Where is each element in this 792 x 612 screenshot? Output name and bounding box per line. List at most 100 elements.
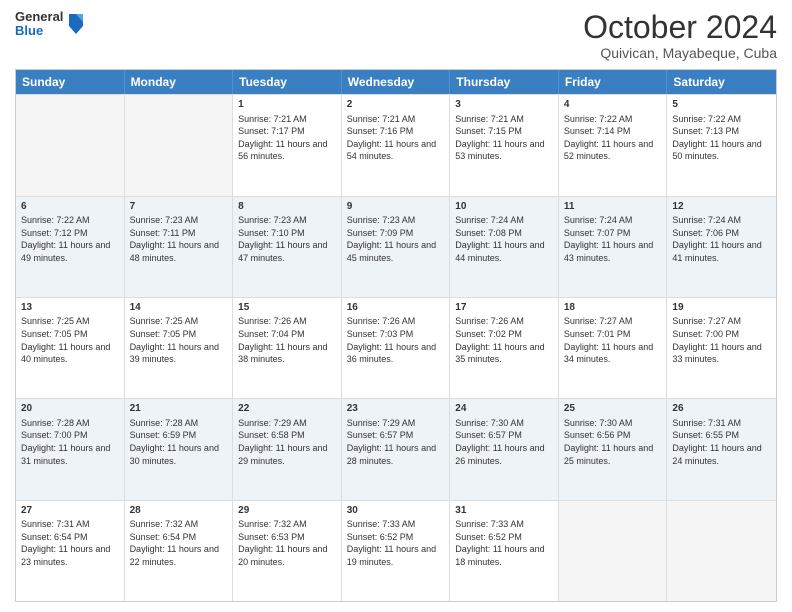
calendar-week-5: 27Sunrise: 7:31 AMSunset: 6:54 PMDayligh… (16, 500, 776, 601)
calendar-cell-empty (16, 95, 125, 195)
day-info: Sunrise: 7:27 AMSunset: 7:00 PMDaylight:… (672, 315, 771, 365)
day-number: 4 (564, 98, 662, 112)
logo-general: General (15, 10, 63, 24)
day-number: 27 (21, 504, 119, 518)
day-number: 31 (455, 504, 553, 518)
calendar-cell-day-12: 12Sunrise: 7:24 AMSunset: 7:06 PMDayligh… (667, 197, 776, 297)
day-info: Sunrise: 7:28 AMSunset: 7:00 PMDaylight:… (21, 417, 119, 467)
day-info: Sunrise: 7:25 AMSunset: 7:05 PMDaylight:… (21, 315, 119, 365)
calendar-cell-day-6: 6Sunrise: 7:22 AMSunset: 7:12 PMDaylight… (16, 197, 125, 297)
calendar-cell-day-28: 28Sunrise: 7:32 AMSunset: 6:54 PMDayligh… (125, 501, 234, 601)
day-info: Sunrise: 7:32 AMSunset: 6:54 PMDaylight:… (130, 518, 228, 568)
calendar-body: 1Sunrise: 7:21 AMSunset: 7:17 PMDaylight… (16, 94, 776, 601)
day-info: Sunrise: 7:21 AMSunset: 7:17 PMDaylight:… (238, 113, 336, 163)
day-info: Sunrise: 7:24 AMSunset: 7:08 PMDaylight:… (455, 214, 553, 264)
day-number: 11 (564, 200, 662, 214)
calendar-week-4: 20Sunrise: 7:28 AMSunset: 7:00 PMDayligh… (16, 398, 776, 499)
day-number: 16 (347, 301, 445, 315)
calendar-header-day-sunday: Sunday (16, 70, 125, 94)
day-info: Sunrise: 7:29 AMSunset: 6:58 PMDaylight:… (238, 417, 336, 467)
calendar-cell-day-4: 4Sunrise: 7:22 AMSunset: 7:14 PMDaylight… (559, 95, 668, 195)
calendar-header-day-monday: Monday (125, 70, 234, 94)
calendar-cell-day-8: 8Sunrise: 7:23 AMSunset: 7:10 PMDaylight… (233, 197, 342, 297)
calendar: SundayMondayTuesdayWednesdayThursdayFrid… (15, 69, 777, 602)
calendar-cell-empty (125, 95, 234, 195)
day-info: Sunrise: 7:25 AMSunset: 7:05 PMDaylight:… (130, 315, 228, 365)
day-info: Sunrise: 7:31 AMSunset: 6:55 PMDaylight:… (672, 417, 771, 467)
calendar-header-day-wednesday: Wednesday (342, 70, 451, 94)
day-info: Sunrise: 7:29 AMSunset: 6:57 PMDaylight:… (347, 417, 445, 467)
calendar-cell-day-1: 1Sunrise: 7:21 AMSunset: 7:17 PMDaylight… (233, 95, 342, 195)
calendar-cell-day-16: 16Sunrise: 7:26 AMSunset: 7:03 PMDayligh… (342, 298, 451, 398)
day-number: 8 (238, 200, 336, 214)
day-info: Sunrise: 7:22 AMSunset: 7:12 PMDaylight:… (21, 214, 119, 264)
calendar-cell-day-17: 17Sunrise: 7:26 AMSunset: 7:02 PMDayligh… (450, 298, 559, 398)
day-number: 14 (130, 301, 228, 315)
logo-blue: Blue (15, 24, 63, 38)
calendar-header-day-saturday: Saturday (667, 70, 776, 94)
day-info: Sunrise: 7:27 AMSunset: 7:01 PMDaylight:… (564, 315, 662, 365)
day-number: 5 (672, 98, 771, 112)
calendar-cell-day-5: 5Sunrise: 7:22 AMSunset: 7:13 PMDaylight… (667, 95, 776, 195)
calendar-cell-day-14: 14Sunrise: 7:25 AMSunset: 7:05 PMDayligh… (125, 298, 234, 398)
calendar-cell-day-20: 20Sunrise: 7:28 AMSunset: 7:00 PMDayligh… (16, 399, 125, 499)
page: General Blue October 2024 Quivican, Maya… (0, 0, 792, 612)
day-number: 13 (21, 301, 119, 315)
day-info: Sunrise: 7:33 AMSunset: 6:52 PMDaylight:… (347, 518, 445, 568)
calendar-header-day-tuesday: Tuesday (233, 70, 342, 94)
day-info: Sunrise: 7:26 AMSunset: 7:02 PMDaylight:… (455, 315, 553, 365)
day-number: 2 (347, 98, 445, 112)
day-number: 19 (672, 301, 771, 315)
location: Quivican, Mayabeque, Cuba (583, 45, 777, 61)
calendar-cell-day-26: 26Sunrise: 7:31 AMSunset: 6:55 PMDayligh… (667, 399, 776, 499)
day-info: Sunrise: 7:21 AMSunset: 7:15 PMDaylight:… (455, 113, 553, 163)
day-number: 15 (238, 301, 336, 315)
day-number: 20 (21, 402, 119, 416)
day-number: 24 (455, 402, 553, 416)
calendar-week-3: 13Sunrise: 7:25 AMSunset: 7:05 PMDayligh… (16, 297, 776, 398)
calendar-cell-day-30: 30Sunrise: 7:33 AMSunset: 6:52 PMDayligh… (342, 501, 451, 601)
day-info: Sunrise: 7:26 AMSunset: 7:03 PMDaylight:… (347, 315, 445, 365)
calendar-week-2: 6Sunrise: 7:22 AMSunset: 7:12 PMDaylight… (16, 196, 776, 297)
calendar-cell-day-24: 24Sunrise: 7:30 AMSunset: 6:57 PMDayligh… (450, 399, 559, 499)
calendar-cell-day-7: 7Sunrise: 7:23 AMSunset: 7:11 PMDaylight… (125, 197, 234, 297)
calendar-cell-empty (559, 501, 668, 601)
calendar-cell-day-27: 27Sunrise: 7:31 AMSunset: 6:54 PMDayligh… (16, 501, 125, 601)
day-number: 28 (130, 504, 228, 518)
calendar-cell-day-29: 29Sunrise: 7:32 AMSunset: 6:53 PMDayligh… (233, 501, 342, 601)
day-number: 18 (564, 301, 662, 315)
day-info: Sunrise: 7:30 AMSunset: 6:56 PMDaylight:… (564, 417, 662, 467)
day-number: 17 (455, 301, 553, 315)
logo-text: General Blue (15, 10, 63, 39)
day-number: 22 (238, 402, 336, 416)
calendar-header-day-friday: Friday (559, 70, 668, 94)
day-info: Sunrise: 7:24 AMSunset: 7:07 PMDaylight:… (564, 214, 662, 264)
day-info: Sunrise: 7:22 AMSunset: 7:14 PMDaylight:… (564, 113, 662, 163)
calendar-cell-day-21: 21Sunrise: 7:28 AMSunset: 6:59 PMDayligh… (125, 399, 234, 499)
calendar-cell-day-18: 18Sunrise: 7:27 AMSunset: 7:01 PMDayligh… (559, 298, 668, 398)
calendar-cell-day-23: 23Sunrise: 7:29 AMSunset: 6:57 PMDayligh… (342, 399, 451, 499)
calendar-header-day-thursday: Thursday (450, 70, 559, 94)
day-info: Sunrise: 7:21 AMSunset: 7:16 PMDaylight:… (347, 113, 445, 163)
day-info: Sunrise: 7:23 AMSunset: 7:09 PMDaylight:… (347, 214, 445, 264)
day-number: 29 (238, 504, 336, 518)
logo-icon (67, 12, 85, 36)
calendar-header-row: SundayMondayTuesdayWednesdayThursdayFrid… (16, 70, 776, 94)
month-title: October 2024 (583, 10, 777, 45)
day-info: Sunrise: 7:30 AMSunset: 6:57 PMDaylight:… (455, 417, 553, 467)
day-number: 9 (347, 200, 445, 214)
calendar-cell-day-10: 10Sunrise: 7:24 AMSunset: 7:08 PMDayligh… (450, 197, 559, 297)
calendar-cell-day-31: 31Sunrise: 7:33 AMSunset: 6:52 PMDayligh… (450, 501, 559, 601)
calendar-cell-day-11: 11Sunrise: 7:24 AMSunset: 7:07 PMDayligh… (559, 197, 668, 297)
calendar-cell-day-2: 2Sunrise: 7:21 AMSunset: 7:16 PMDaylight… (342, 95, 451, 195)
header: General Blue October 2024 Quivican, Maya… (15, 10, 777, 61)
day-info: Sunrise: 7:33 AMSunset: 6:52 PMDaylight:… (455, 518, 553, 568)
day-number: 7 (130, 200, 228, 214)
title-block: October 2024 Quivican, Mayabeque, Cuba (583, 10, 777, 61)
day-number: 3 (455, 98, 553, 112)
day-number: 30 (347, 504, 445, 518)
day-number: 1 (238, 98, 336, 112)
calendar-cell-day-15: 15Sunrise: 7:26 AMSunset: 7:04 PMDayligh… (233, 298, 342, 398)
day-info: Sunrise: 7:24 AMSunset: 7:06 PMDaylight:… (672, 214, 771, 264)
calendar-cell-day-25: 25Sunrise: 7:30 AMSunset: 6:56 PMDayligh… (559, 399, 668, 499)
